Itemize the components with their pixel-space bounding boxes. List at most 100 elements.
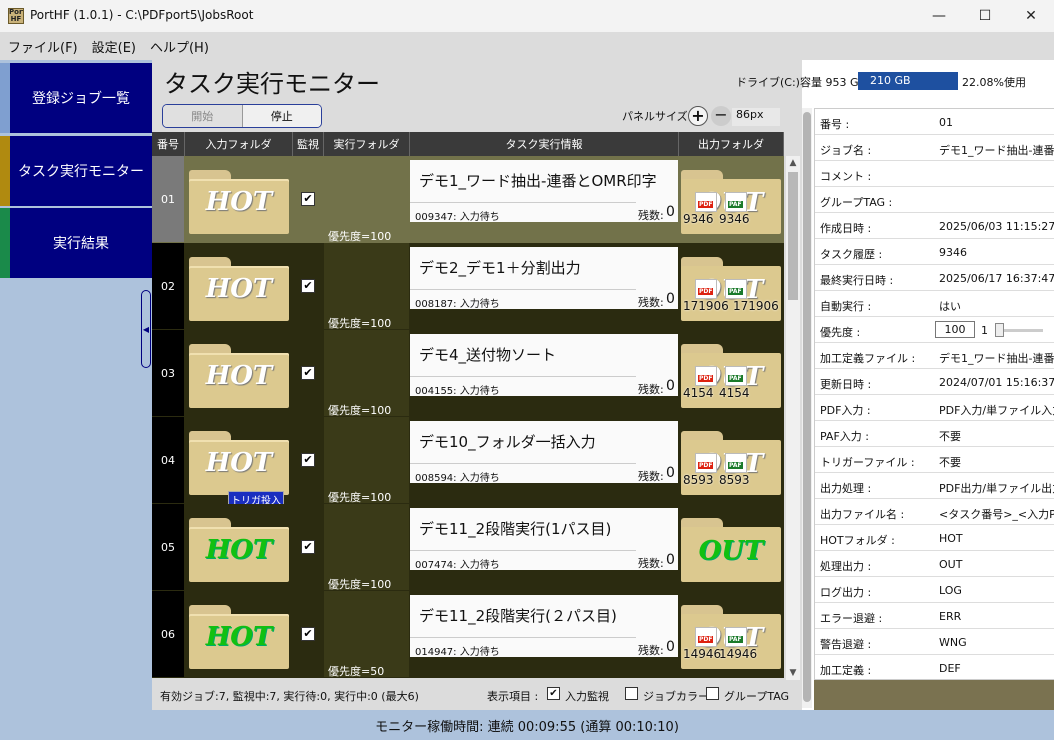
opt-group-tag-checkbox[interactable] xyxy=(706,687,719,700)
opt-input-watch-checkbox[interactable]: ✔ xyxy=(547,687,560,700)
task-info-cell: デモ2_デモ1＋分割出力 008187: 入力待ち 残数: 0 xyxy=(410,243,678,329)
out-folder-icon[interactable]: OUT PDF PAF 4154 4154 xyxy=(681,344,781,408)
watch-checkbox[interactable]: ✔ xyxy=(301,540,315,554)
detail-row: エラー退避 : ERR xyxy=(815,603,1054,629)
task-info-box[interactable]: デモ11_2段階実行(２パス目) 014947: 入力待ち 残数: 0 xyxy=(410,595,678,658)
output-folder-cell[interactable]: OUT PDF PAF 171906 171906 xyxy=(679,243,784,329)
task-info-box[interactable]: デモ10_フォルダ一括入力 008594: 入力待ち 残数: 0 xyxy=(410,421,678,484)
hot-folder-label: HOT xyxy=(205,535,273,565)
output-folder-cell[interactable]: OUT PDF PAF 4154 4154 xyxy=(679,330,784,416)
task-row[interactable]: 03 HOT ✔ 優先度=100 デモ4_送付物ソート 004155: 入力待ち… xyxy=(152,330,784,417)
divider xyxy=(410,550,636,551)
minimize-button[interactable]: — xyxy=(916,0,962,32)
details-scroll-thumb[interactable] xyxy=(803,112,811,702)
detail-value: 2025/06/03 11:15:27 xyxy=(939,220,1054,233)
paf-output-count: 4154 xyxy=(719,386,750,400)
display-options-label: 表示項目 : xyxy=(487,690,539,703)
detail-value: 9346 xyxy=(939,246,967,259)
priority-label: 優先度=100 xyxy=(328,230,392,243)
detail-value: PDF出力/単ファイル出力 xyxy=(939,482,1054,495)
maximize-button[interactable]: ☐ xyxy=(962,0,1008,32)
task-info-box[interactable]: デモ11_2段階実行(1パス目) 007474: 入力待ち 残数: 0 xyxy=(410,508,678,571)
out-folder-icon[interactable]: OUT PDF PAF 14946 14946 xyxy=(681,605,781,669)
hot-folder-icon[interactable]: HOT xyxy=(189,518,289,582)
hot-folder-icon[interactable]: HOT xyxy=(189,605,289,669)
nav-results[interactable]: 実行結果 xyxy=(0,208,152,278)
start-stop-group: 開始 停止 xyxy=(162,104,322,128)
output-folder-cell[interactable]: OUT PDF PAF 9346 9346 xyxy=(679,156,784,242)
start-button[interactable]: 開始 xyxy=(163,105,243,127)
task-status: 014947: 入力待ち xyxy=(415,647,500,658)
detail-key: 加工定義ファイル : xyxy=(820,352,916,365)
job-details: 番号 : 01 ジョブ名 : デモ1_ワード抽出-連番と コメント : グループTA… xyxy=(814,108,1054,680)
menu-file[interactable]: ファイル(F) xyxy=(8,37,78,56)
input-folder-cell[interactable]: HOT xyxy=(185,591,292,677)
detail-row: 自動実行 : はい xyxy=(815,291,1054,317)
output-folder-cell[interactable]: OUT PDF PAF 8593 8593 xyxy=(679,417,784,503)
zoom-in-button[interactable]: + xyxy=(688,106,708,126)
priority-input[interactable]: 100 xyxy=(935,321,975,338)
paf-file-icon: PAF xyxy=(725,453,747,473)
out-folder-icon[interactable]: OUT PDF PAF 9346 9346 xyxy=(681,170,781,234)
watch-checkbox[interactable]: ✔ xyxy=(301,192,315,206)
task-row[interactable]: 02 HOT ✔ 優先度=100 デモ2_デモ1＋分割出力 008187: 入力… xyxy=(152,243,784,330)
priority-slider-thumb[interactable] xyxy=(995,323,1004,337)
input-folder-cell[interactable]: HOT xyxy=(185,156,292,242)
menu-settings[interactable]: 設定(E) xyxy=(92,37,136,56)
detail-key: ログ出力 : xyxy=(820,586,872,599)
priority-label: 優先度=50 xyxy=(328,665,385,678)
watch-checkbox[interactable]: ✔ xyxy=(301,279,315,293)
out-folder-icon[interactable]: OUT xyxy=(681,518,781,582)
watch-checkbox[interactable]: ✔ xyxy=(301,453,315,467)
task-info-box[interactable]: デモ4_送付物ソート 004155: 入力待ち 残数: 0 xyxy=(410,334,678,397)
detail-key: 優先度 : xyxy=(820,326,861,339)
window-title: PortHF (1.0.1) - C:\PDFport5\JobsRoot xyxy=(30,8,254,22)
nav-registered-jobs[interactable]: 登録ジョブ一覧 xyxy=(0,63,152,133)
stop-button[interactable]: 停止 xyxy=(242,105,321,127)
detail-value: 2024/07/01 15:16:37 xyxy=(939,376,1054,389)
task-row[interactable]: 05 HOT ✔ 優先度=100 デモ11_2段階実行(1パス目) 007474… xyxy=(152,504,784,591)
task-row[interactable]: 01 HOT ✔ 優先度=100 デモ1_ワード抽出-連番とOMR印字 0093… xyxy=(152,156,784,243)
detail-row: 優先度 : 100 1 xyxy=(815,317,1054,343)
task-row[interactable]: 04 HOT トリガ投入 ✔ 優先度=100 デモ10_フォルダ一括入力 008… xyxy=(152,417,784,508)
output-folder-cell[interactable]: OUT xyxy=(679,504,784,590)
task-list-scroll-thumb[interactable] xyxy=(788,172,798,300)
task-info-box[interactable]: デモ2_デモ1＋分割出力 008187: 入力待ち 残数: 0 xyxy=(410,247,678,310)
page-title: タスク実行モニター xyxy=(164,70,380,98)
col-header-watch: 監視 xyxy=(293,132,324,156)
detail-key: コメント : xyxy=(820,170,872,183)
out-folder-icon[interactable]: OUT PDF PAF 171906 171906 xyxy=(681,257,781,321)
hot-folder-icon[interactable]: HOT xyxy=(189,431,289,495)
detail-value: ERR xyxy=(939,610,962,623)
paf-file-icon: PAF xyxy=(725,627,747,647)
detail-row: トリガーファイル : 不要 xyxy=(815,447,1054,473)
hot-folder-icon[interactable]: HOT xyxy=(189,344,289,408)
nav-task-monitor[interactable]: タスク実行モニター xyxy=(0,136,152,206)
nav-label: 登録ジョブ一覧 xyxy=(32,91,130,107)
opt-job-color-checkbox[interactable] xyxy=(625,687,638,700)
nav-label: タスク実行モニター xyxy=(18,164,144,180)
detail-row: 警告退避 : WNG xyxy=(815,629,1054,655)
task-row[interactable]: 06 HOT ✔ 優先度=50 デモ11_2段階実行(２パス目) 014947:… xyxy=(152,591,784,678)
input-folder-cell[interactable]: HOT xyxy=(185,504,292,590)
task-info-cell: デモ10_フォルダ一括入力 008594: 入力待ち 残数: 0 xyxy=(410,417,678,503)
input-folder-cell[interactable]: HOT xyxy=(185,330,292,416)
output-folder-cell[interactable]: OUT PDF PAF 14946 14946 xyxy=(679,591,784,677)
out-folder-icon[interactable]: OUT PDF PAF 8593 8593 xyxy=(681,431,781,495)
menu-help[interactable]: ヘルプ(H) xyxy=(150,37,209,56)
scroll-up-arrow-icon[interactable]: ▲ xyxy=(786,158,800,168)
paf-file-icon: PAF xyxy=(725,366,747,386)
zoom-out-button[interactable]: − xyxy=(711,106,731,126)
task-info-box[interactable]: デモ1_ワード抽出-連番とOMR印字 009347: 入力待ち 残数: 0 xyxy=(410,160,678,223)
input-folder-cell[interactable]: HOT xyxy=(185,243,292,329)
close-button[interactable]: ✕ xyxy=(1008,0,1054,32)
hot-folder-icon[interactable]: HOT xyxy=(189,170,289,234)
hot-folder-icon[interactable]: HOT xyxy=(189,257,289,321)
watch-checkbox[interactable]: ✔ xyxy=(301,627,315,641)
input-folder-cell[interactable]: HOT トリガ投入 xyxy=(185,417,292,508)
detail-value: WNG xyxy=(939,636,967,649)
scroll-down-arrow-icon[interactable]: ▼ xyxy=(786,668,800,678)
remaining-count: 0 xyxy=(666,465,675,481)
sidebar-collapse-handle[interactable]: ◀ xyxy=(141,290,151,368)
watch-checkbox[interactable]: ✔ xyxy=(301,366,315,380)
